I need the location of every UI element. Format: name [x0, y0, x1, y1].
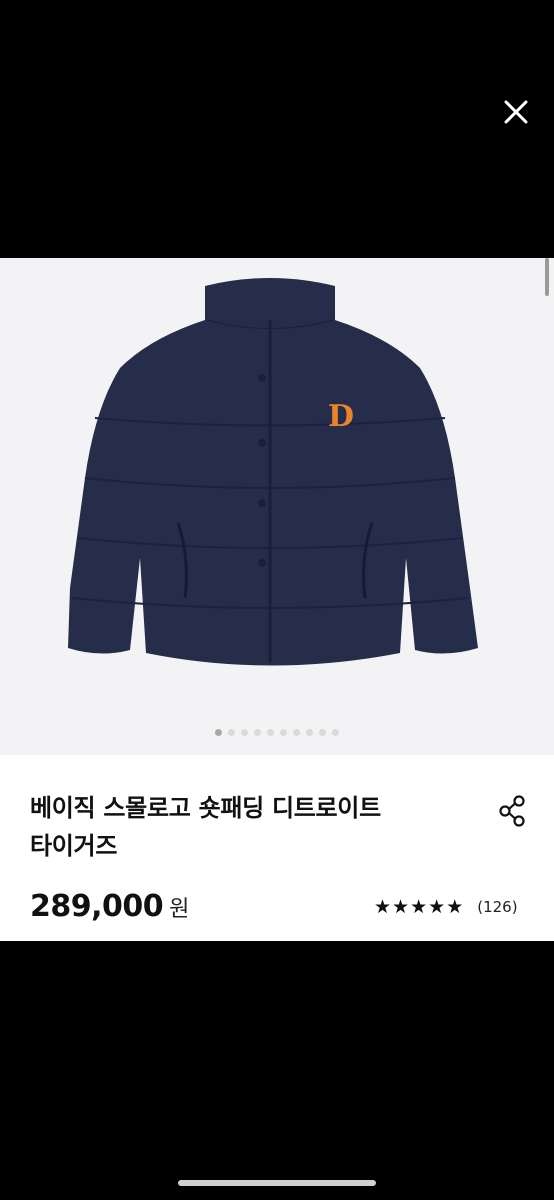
carousel-dot[interactable]: [319, 728, 326, 736]
share-icon: [499, 795, 525, 827]
star-icon: ★: [428, 896, 446, 918]
carousel-dot[interactable]: [267, 728, 274, 736]
carousel-dot[interactable]: [280, 728, 287, 736]
price-row: 289,000 원: [30, 889, 189, 924]
star-icon: ★: [410, 896, 428, 918]
product-info: 베이직 스몰로고 숏패딩 디트로이트 타이거즈 289,000 원 ★ ★ ★ …: [0, 755, 554, 941]
carousel-dot[interactable]: [254, 728, 261, 736]
star-rating: ★ ★ ★ ★ ★: [374, 897, 463, 917]
carousel-dot[interactable]: [332, 728, 339, 736]
home-indicator: [178, 1180, 376, 1186]
carousel-dot[interactable]: [293, 728, 300, 736]
product-title-line1: 베이직 스몰로고 숏패딩 디트로이트: [30, 794, 381, 822]
currency: 원: [169, 897, 190, 922]
share-button[interactable]: [496, 793, 528, 829]
product-image-carousel[interactable]: D: [0, 258, 554, 755]
product-image: D: [68, 278, 478, 666]
logo-d-icon: D: [328, 399, 354, 434]
close-button[interactable]: [496, 92, 536, 132]
close-icon: [504, 100, 528, 124]
star-icon: ★: [374, 896, 392, 918]
product-title-line2: 타이거즈: [30, 832, 118, 860]
product-title: 베이직 스몰로고 숏패딩 디트로이트 타이거즈: [30, 789, 470, 865]
star-icon: ★: [446, 896, 464, 918]
star-icon: ★: [392, 896, 410, 918]
carousel-dot[interactable]: [215, 728, 222, 736]
scrollbar[interactable]: [545, 258, 549, 296]
carousel-dot[interactable]: [228, 728, 235, 736]
carousel-dot[interactable]: [241, 728, 248, 736]
carousel-pagination[interactable]: [0, 727, 554, 737]
carousel-dot[interactable]: [306, 728, 313, 736]
rating[interactable]: ★ ★ ★ ★ ★ (126): [374, 897, 518, 917]
review-count[interactable]: (126): [477, 898, 517, 916]
price: 289,000: [30, 889, 164, 924]
